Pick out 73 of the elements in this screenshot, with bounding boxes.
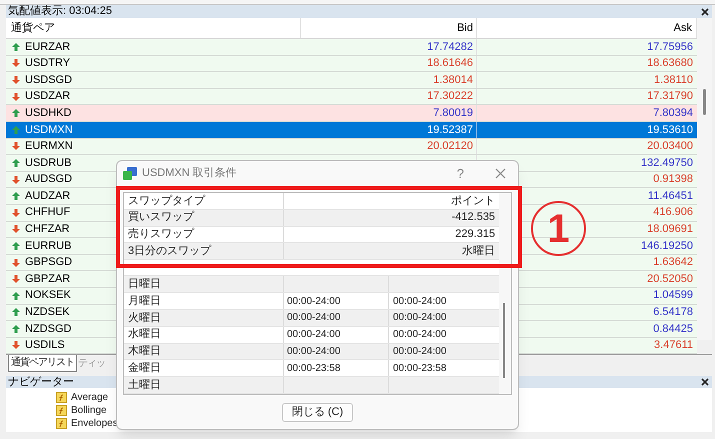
symbol-cell-text: GBPZAR bbox=[25, 272, 70, 287]
price-cell-text: 132.49750 bbox=[641, 156, 693, 171]
row-label: 買いスワップ bbox=[128, 210, 194, 226]
session-time: 00:00-24:00 bbox=[287, 328, 340, 342]
price-cell-text: 17.75956 bbox=[647, 40, 693, 55]
session-time: 00:00-23:58 bbox=[393, 362, 446, 376]
price-cell-text: 17.30222 bbox=[427, 89, 473, 104]
day-label: 木曜日 bbox=[128, 344, 161, 360]
price-cell-text: 20.02120 bbox=[427, 139, 473, 154]
price-cell-text: 6.54178 bbox=[653, 305, 693, 320]
price-cell-text: 18.63680 bbox=[647, 56, 693, 72]
row-label: 3日分のスワップ bbox=[128, 244, 212, 260]
price-cell-text: 7.80394 bbox=[653, 106, 693, 121]
row-label: スワップタイプ bbox=[128, 194, 205, 209]
session-time: 00:00-24:00 bbox=[287, 294, 340, 309]
panel-title: ナビゲーター bbox=[8, 376, 74, 388]
price-cell-text: 146.19250 bbox=[641, 238, 693, 254]
symbol-cell-text: USDZAR bbox=[25, 89, 70, 104]
price-cell-text: 19.52387 bbox=[427, 122, 473, 138]
price-cell-text: 18.61646 bbox=[427, 56, 473, 72]
price-cell-text: 1.38014 bbox=[433, 72, 473, 88]
symbol-cell-text: USDHKD bbox=[25, 106, 72, 121]
price-cell-text: 1.63642 bbox=[653, 255, 693, 270]
price-cell-text: 20.03400 bbox=[647, 139, 693, 154]
price-cell-text: 18.09691 bbox=[647, 222, 693, 238]
symbol-cell-text: EURRUB bbox=[25, 238, 72, 254]
price-cell-text: 1.38110 bbox=[654, 72, 693, 88]
session-time: 00:00-24:00 bbox=[287, 345, 340, 359]
day-label: 金曜日 bbox=[128, 361, 161, 376]
day-label: 月曜日 bbox=[128, 294, 161, 309]
price-cell-text: 7.80019 bbox=[433, 106, 473, 121]
symbol-cell-text: USDILS bbox=[25, 338, 65, 354]
price-cell-text: 20.52050 bbox=[647, 272, 693, 287]
symbol-cell-text: EURZAR bbox=[25, 40, 70, 55]
annotation-number: 1 bbox=[531, 201, 586, 256]
session-time: 00:00-24:00 bbox=[393, 328, 446, 342]
price-cell-text: 1.04599 bbox=[653, 288, 693, 304]
price-cell-text: 416.906 bbox=[653, 205, 693, 220]
session-time: 00:00-24:00 bbox=[287, 311, 340, 326]
symbol-cell-text: CHFHUF bbox=[25, 205, 70, 220]
symbol-cell-text: NZDSEK bbox=[25, 305, 70, 320]
row-value: ポイント bbox=[451, 194, 496, 209]
symbol-cell-text: AUDZAR bbox=[25, 188, 70, 204]
symbol-cell-text: AUDSGD bbox=[25, 172, 72, 188]
symbol-cell-text: USDSGD bbox=[25, 72, 72, 88]
symbol-cell-text: USDMXN bbox=[25, 122, 73, 138]
day-label: 土曜日 bbox=[128, 378, 161, 393]
symbol-cell-text: EURMXN bbox=[25, 139, 73, 154]
day-label: 水曜日 bbox=[128, 327, 161, 342]
symbol-cell-text: NOKSEK bbox=[25, 288, 71, 304]
price-cell-text: 17.31790 bbox=[647, 89, 693, 104]
session-time: 00:00-24:00 bbox=[393, 345, 446, 359]
row-value: -412.535 bbox=[452, 210, 496, 226]
day-label: 火曜日 bbox=[128, 310, 161, 326]
symbol-cell-text: USDRUB bbox=[25, 156, 72, 171]
price-cell-text: 3.47611 bbox=[654, 338, 693, 354]
symbol-cell-text: GBPSGD bbox=[25, 255, 72, 270]
row-value: 水曜日 bbox=[462, 244, 496, 260]
price-cell-text: 19.53610 bbox=[647, 122, 693, 138]
symbol-cell-text: CHFZAR bbox=[25, 222, 70, 238]
session-time: 00:00-23:58 bbox=[287, 362, 340, 376]
price-cell-text: 11.46451 bbox=[648, 188, 693, 204]
row-label: 売りスワップ bbox=[128, 226, 194, 242]
panel-title: 気配値表示: 03:04:25 bbox=[8, 6, 112, 17]
session-time: 00:00-24:00 bbox=[393, 294, 446, 309]
session-time: 00:00-24:00 bbox=[393, 311, 446, 326]
row-value: 229.315 bbox=[455, 227, 496, 242]
day-label: 日曜日 bbox=[128, 277, 161, 292]
symbol-cell-text: NZDSGD bbox=[25, 322, 72, 337]
symbol-cell-text: USDTRY bbox=[25, 56, 70, 72]
price-cell-text: 0.84425 bbox=[653, 322, 693, 337]
price-cell-text: 0.91398 bbox=[653, 172, 693, 188]
price-cell-text: 17.74282 bbox=[427, 40, 473, 55]
